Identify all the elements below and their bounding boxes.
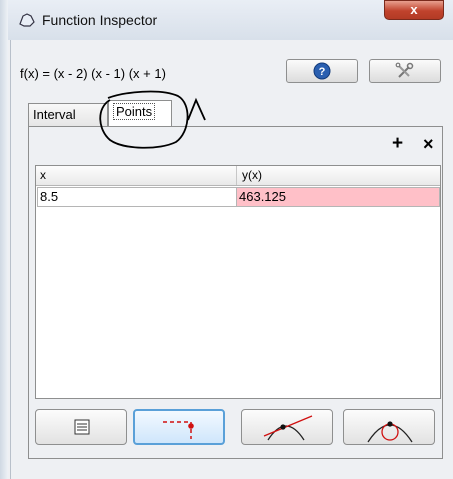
cell-y-value[interactable]: 463.125 [236, 187, 440, 207]
tab-interval[interactable]: Interval [28, 103, 108, 126]
point-marker-button[interactable] [133, 409, 225, 445]
tab-interval-label: Interval [33, 107, 76, 122]
osculating-circle-icon [367, 421, 413, 443]
title-bar[interactable]: Function Inspector x [8, 0, 453, 40]
point-marker-icon [163, 421, 194, 439]
background-window-edge [0, 0, 8, 479]
tab-points[interactable]: Points [108, 100, 172, 126]
help-icon: ? [313, 62, 331, 80]
column-header-yx[interactable]: y(x) [242, 168, 262, 182]
points-table: x y(x) 8.5 463.125 [35, 165, 441, 399]
table-view-button[interactable] [35, 409, 127, 445]
points-panel: + × x y(x) 8.5 463.125 [28, 126, 443, 459]
osculating-circle-button[interactable] [343, 409, 435, 445]
table-icon [74, 419, 90, 435]
add-point-icon[interactable]: + [392, 133, 403, 155]
tab-points-label: Points [113, 103, 156, 120]
help-button[interactable]: ? [286, 59, 358, 83]
remove-point-icon[interactable]: × [423, 134, 434, 155]
tangent-line-icon [263, 415, 313, 441]
column-divider[interactable] [236, 166, 237, 185]
column-header-x[interactable]: x [40, 168, 46, 182]
tangent-line-button[interactable] [241, 409, 333, 445]
close-button[interactable]: x [384, 0, 444, 20]
app-icon [19, 13, 35, 27]
tools-icon [395, 62, 414, 78]
function-label: f(x) = (x - 2) (x - 1) (x + 1) [20, 66, 166, 81]
svg-text:?: ? [319, 66, 326, 78]
cell-x-value[interactable]: 8.5 [37, 187, 237, 207]
table-header: x y(x) [36, 166, 440, 186]
tools-button[interactable] [369, 59, 441, 83]
window-title: Function Inspector [42, 12, 158, 28]
